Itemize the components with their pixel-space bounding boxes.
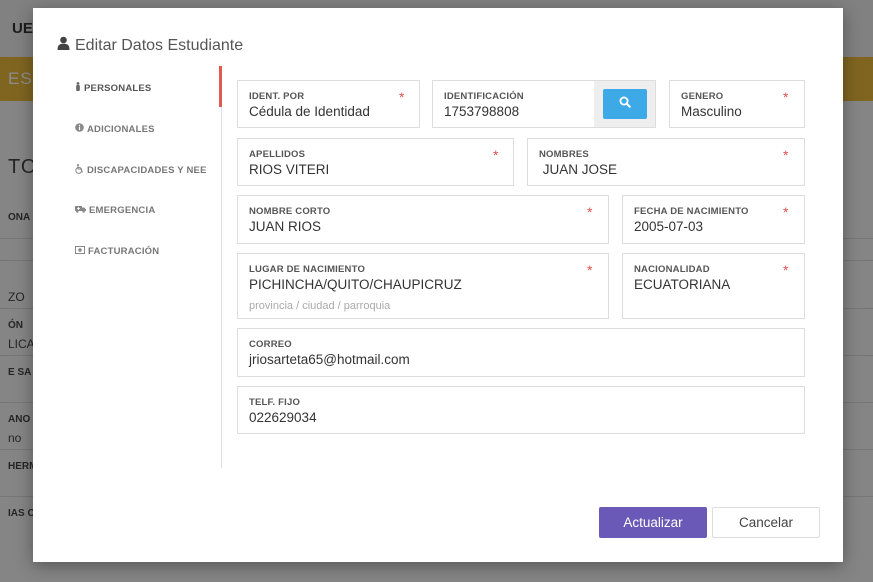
modal-title: Editar Datos Estudiante <box>57 36 243 55</box>
cancel-button[interactable]: Cancelar <box>712 507 820 538</box>
lugar-nacimiento-field[interactable]: LUGAR DE NACIMIENTO * PICHINCHA/QUITO/CH… <box>237 253 609 319</box>
person-icon <box>75 82 84 94</box>
tab-emergencia[interactable]: EMERGENCIA <box>75 205 155 216</box>
identificacion-field[interactable]: IDENTIFICACIÓN 1753798808 <box>432 80 595 128</box>
required-mark: * <box>783 262 789 278</box>
apellidos-value: RIOS VITERI <box>249 162 330 177</box>
ambulance-icon <box>75 205 89 216</box>
identificacion-value: 1753798808 <box>444 104 520 119</box>
modal-title-text: Editar Datos Estudiante <box>75 36 244 54</box>
tab-facturacion-label: FACTURACIÓN <box>88 246 160 257</box>
search-icon <box>619 95 631 113</box>
telf-fijo-value: 022629034 <box>249 410 317 425</box>
required-mark: * <box>493 147 499 163</box>
wheelchair-icon <box>75 164 87 177</box>
tab-emergencia-label: EMERGENCIA <box>89 205 156 216</box>
nombres-field[interactable]: NOMBRES * JUAN JOSE <box>527 138 805 186</box>
nacionalidad-value: ECUATORIANA <box>634 277 731 292</box>
nombre-corto-value: JUAN RIOS <box>249 219 322 234</box>
nombres-label: NOMBRES <box>539 149 589 160</box>
telf-fijo-label: TELF. FIJO <box>249 397 301 408</box>
fecha-nacimiento-value: 2005-07-03 <box>634 219 704 234</box>
required-mark: * <box>587 262 593 278</box>
tab-discapacidades-label: DISCAPACIDADES Y NEE <box>87 165 207 176</box>
user-icon <box>57 36 75 55</box>
nombres-value: JUAN JOSE <box>539 162 618 177</box>
required-mark: * <box>783 204 789 220</box>
ident-por-label: IDENT. POR <box>249 91 305 102</box>
required-mark: * <box>783 89 789 105</box>
nacionalidad-field[interactable]: NACIONALIDAD * ECUATORIANA <box>622 253 805 319</box>
genero-value: Masculino <box>681 104 742 119</box>
required-mark: * <box>587 204 593 220</box>
identificacion-label: IDENTIFICACIÓN <box>444 91 524 102</box>
nombre-corto-label: NOMBRE CORTO <box>249 206 331 217</box>
lugar-nacimiento-hint: provincia / ciudad / parroquia <box>249 300 391 312</box>
tab-personales[interactable]: PERSONALES <box>75 82 151 94</box>
tab-facturacion[interactable]: FACTURACIÓN <box>75 246 159 257</box>
correo-value: jriosarteta65@hotmail.com <box>249 352 410 367</box>
telf-fijo-field[interactable]: TELF. FIJO 022629034 <box>237 386 805 434</box>
fecha-nacimiento-label: FECHA DE NACIMIENTO <box>634 206 749 217</box>
required-mark: * <box>783 147 789 163</box>
active-tab-indicator <box>219 66 222 107</box>
nacionalidad-label: NACIONALIDAD <box>634 264 710 275</box>
tab-adicionales-label: ADICIONALES <box>87 123 155 135</box>
ident-por-value: Cédula de Identidad <box>249 104 370 119</box>
tabs-divider <box>221 66 222 468</box>
correo-field[interactable]: CORREO jriosarteta65@hotmail.com <box>237 328 805 377</box>
tab-adicionales[interactable]: ADICIONALES <box>75 123 155 135</box>
money-icon <box>75 246 88 257</box>
ident-por-select[interactable]: IDENT. POR * Cédula de Identidad <box>237 80 420 128</box>
apellidos-field[interactable]: APELLIDOS * RIOS VITERI <box>237 138 514 186</box>
search-addon <box>594 80 656 128</box>
info-icon <box>75 123 87 135</box>
tab-personales-label: PERSONALES <box>84 82 152 94</box>
search-button[interactable] <box>603 89 647 119</box>
lugar-nacimiento-label: LUGAR DE NACIMIENTO <box>249 264 366 275</box>
fecha-nacimiento-field[interactable]: FECHA DE NACIMIENTO * 2005-07-03 <box>622 195 805 244</box>
nombre-corto-field[interactable]: NOMBRE CORTO * JUAN RIOS <box>237 195 609 244</box>
apellidos-label: APELLIDOS <box>249 149 306 160</box>
genero-select[interactable]: GENERO * Masculino <box>669 80 805 128</box>
update-button[interactable]: Actualizar <box>599 507 707 538</box>
correo-label: CORREO <box>249 339 292 350</box>
required-mark: * <box>399 89 405 105</box>
tab-discapacidades[interactable]: DISCAPACIDADES Y NEE <box>75 164 207 177</box>
lugar-nacimiento-value: PICHINCHA/QUITO/CHAUPICRUZ <box>249 277 462 292</box>
genero-label: GENERO <box>681 91 724 102</box>
